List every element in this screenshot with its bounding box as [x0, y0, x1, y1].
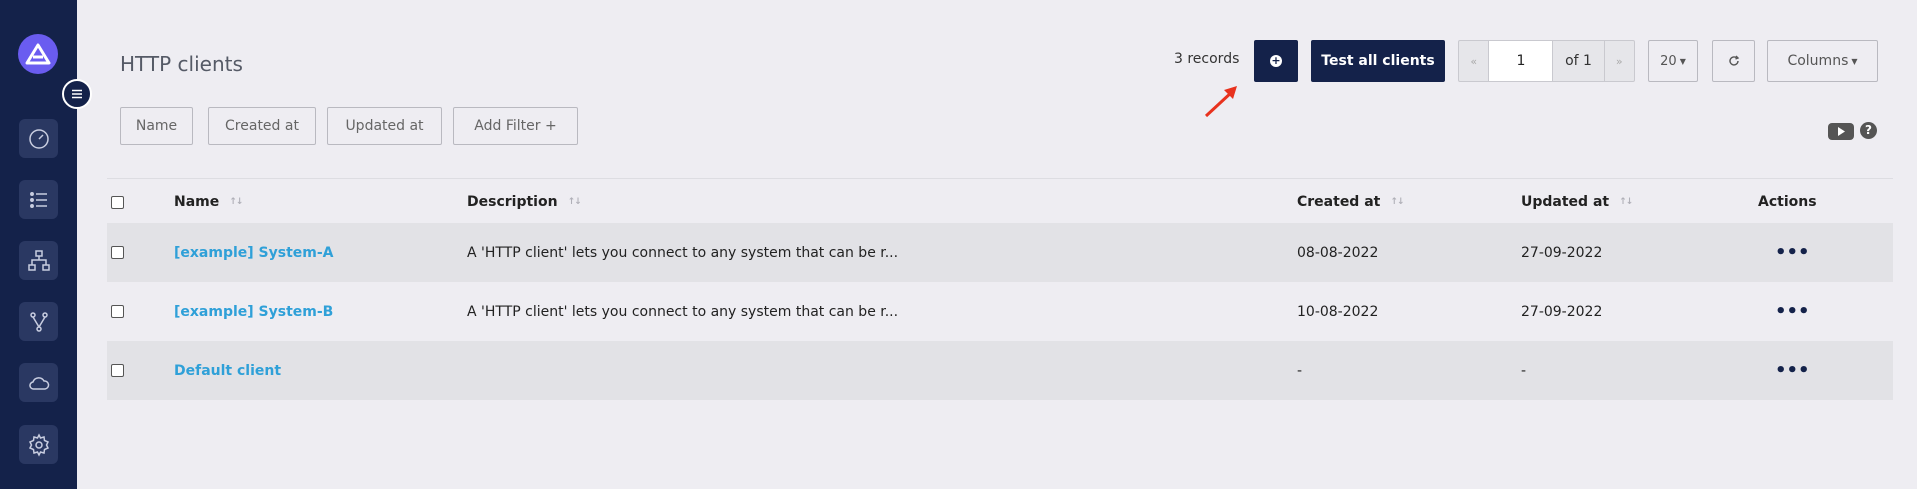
sidebar-item-cloud[interactable]	[19, 363, 58, 402]
client-name-link[interactable]: [example] System-B	[174, 304, 333, 320]
row-actions-menu-icon[interactable]: •••	[1775, 302, 1810, 321]
pagination: « of 1 »	[1458, 40, 1635, 82]
filter-created-at-button[interactable]: Created at	[208, 107, 316, 145]
column-header-updated-at[interactable]: Updated at ↑↓	[1521, 181, 1633, 223]
logo-mark-icon	[25, 43, 51, 65]
page-total: of 1	[1553, 41, 1605, 81]
created-at-value: -	[1297, 362, 1303, 379]
sidebar-item-list[interactable]	[19, 180, 58, 219]
updated-at-value: 27-09-2022	[1521, 303, 1603, 320]
filter-updated-at-button[interactable]: Updated at	[327, 107, 442, 145]
table-row[interactable]: Default client - - •••	[107, 341, 1893, 400]
caret-down-icon: ▼	[1679, 56, 1686, 66]
sort-icon[interactable]: ↑↓	[229, 197, 243, 207]
columns-label: Columns	[1787, 53, 1849, 69]
add-filter-button[interactable]: Add Filter +	[453, 107, 578, 145]
table-divider	[107, 178, 1893, 179]
client-name-link[interactable]: [example] System-A	[174, 245, 334, 261]
help-icon[interactable]: ?	[1860, 122, 1877, 139]
plus-circle-icon: +	[1270, 54, 1282, 67]
cloud-icon	[28, 376, 49, 390]
add-client-button[interactable]: +	[1254, 40, 1298, 82]
refresh-icon	[1728, 55, 1739, 66]
annotation-arrow-icon	[1204, 86, 1237, 118]
sidebar-toggle-button[interactable]	[62, 79, 92, 109]
sidebar-item-hierarchy[interactable]	[19, 241, 58, 280]
page-number-input[interactable]	[1488, 41, 1554, 81]
filter-name-button[interactable]: Name	[120, 107, 193, 145]
client-name-link[interactable]: Default client	[174, 363, 281, 379]
column-header-name[interactable]: Name ↑↓	[174, 181, 243, 223]
table-row[interactable]: [example] System-A A 'HTTP client' lets …	[107, 223, 1893, 282]
sidebar-item-settings[interactable]	[19, 425, 58, 464]
table-row[interactable]: [example] System-B A 'HTTP client' lets …	[107, 282, 1893, 341]
updated-at-value: 27-09-2022	[1521, 244, 1603, 261]
sort-icon[interactable]: ↑↓	[568, 197, 582, 207]
caret-down-icon: ▼	[1851, 56, 1858, 66]
columns-dropdown-button[interactable]: Columns ▼	[1767, 40, 1878, 82]
clients-table: Name ↑↓ Description ↑↓ Created at ↑↓ Update…	[107, 181, 1893, 400]
refresh-button[interactable]	[1712, 40, 1755, 82]
record-count: 3 records	[1174, 51, 1240, 67]
created-at-value: 08-08-2022	[1297, 244, 1379, 261]
created-at-value: 10-08-2022	[1297, 303, 1379, 320]
sort-icon[interactable]: ↑↓	[1619, 197, 1633, 207]
app-logo[interactable]	[18, 34, 58, 74]
sidebar-item-dashboard[interactable]	[19, 119, 58, 158]
page-size-select[interactable]: 20 ▼	[1648, 40, 1698, 82]
column-header-created-at[interactable]: Created at ↑↓	[1297, 181, 1404, 223]
row-actions-menu-icon[interactable]: •••	[1775, 361, 1810, 380]
page-title: HTTP clients	[120, 52, 243, 76]
row-checkbox[interactable]	[111, 305, 124, 318]
sidebar	[0, 0, 77, 489]
hamburger-icon	[72, 89, 82, 99]
sidebar-item-flows[interactable]	[19, 302, 58, 341]
updated-at-value: -	[1521, 362, 1527, 379]
branch-icon	[29, 311, 48, 332]
list-icon	[29, 191, 47, 208]
client-description: A 'HTTP client' lets you connect to any …	[467, 244, 899, 261]
page-size-value: 20	[1660, 53, 1677, 69]
next-page-button[interactable]: »	[1605, 41, 1634, 81]
test-all-clients-button[interactable]: Test all clients	[1311, 40, 1445, 82]
prev-page-button[interactable]: «	[1459, 41, 1488, 81]
sort-icon[interactable]: ↑↓	[1390, 197, 1404, 207]
gear-icon	[28, 432, 49, 457]
table-header-row: Name ↑↓ Description ↑↓ Created at ↑↓ Update…	[107, 181, 1893, 223]
row-actions-menu-icon[interactable]: •••	[1775, 243, 1810, 262]
client-description: A 'HTTP client' lets you connect to any …	[467, 303, 899, 320]
column-header-actions: Actions	[1758, 194, 1817, 210]
youtube-icon[interactable]	[1828, 123, 1854, 140]
dashboard-gauge-icon	[28, 128, 49, 149]
select-all-checkbox[interactable]	[111, 195, 124, 209]
column-header-description[interactable]: Description ↑↓	[467, 181, 582, 223]
row-checkbox[interactable]	[111, 364, 124, 377]
hierarchy-icon	[27, 249, 50, 271]
row-checkbox[interactable]	[111, 246, 124, 259]
